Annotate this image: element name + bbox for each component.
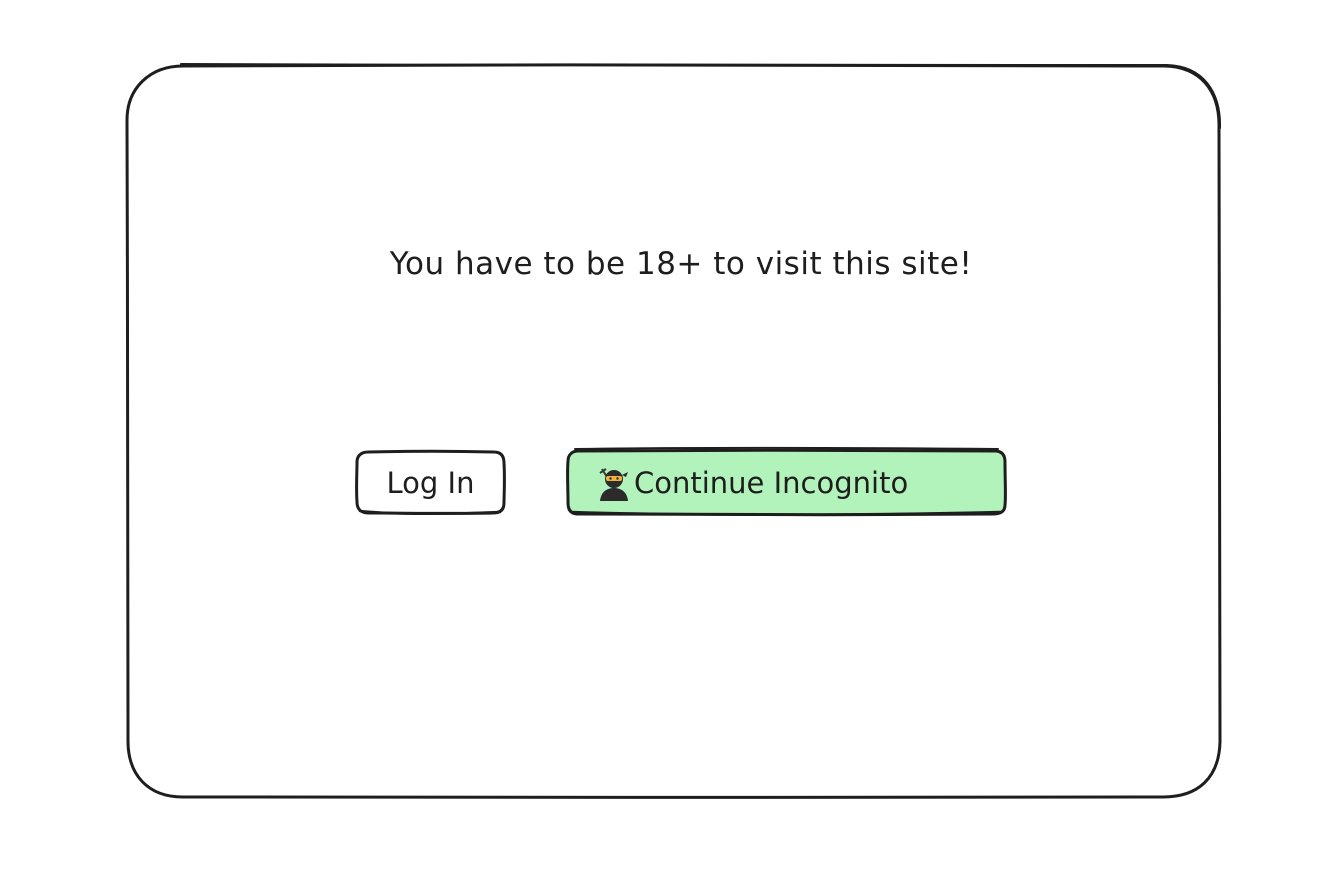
login-button[interactable]: Log In bbox=[357, 452, 504, 513]
continue-incognito-button[interactable]: Continue Incognito bbox=[568, 450, 1005, 515]
continue-incognito-label: Continue Incognito bbox=[634, 465, 909, 500]
login-button-label: Log In bbox=[386, 465, 475, 500]
ninja-icon bbox=[596, 465, 632, 501]
age-restriction-message: You have to be 18+ to visit this site! bbox=[389, 246, 973, 282]
sketch-shapes bbox=[125, 63, 1222, 799]
dialog-card-outline bbox=[125, 63, 1222, 799]
